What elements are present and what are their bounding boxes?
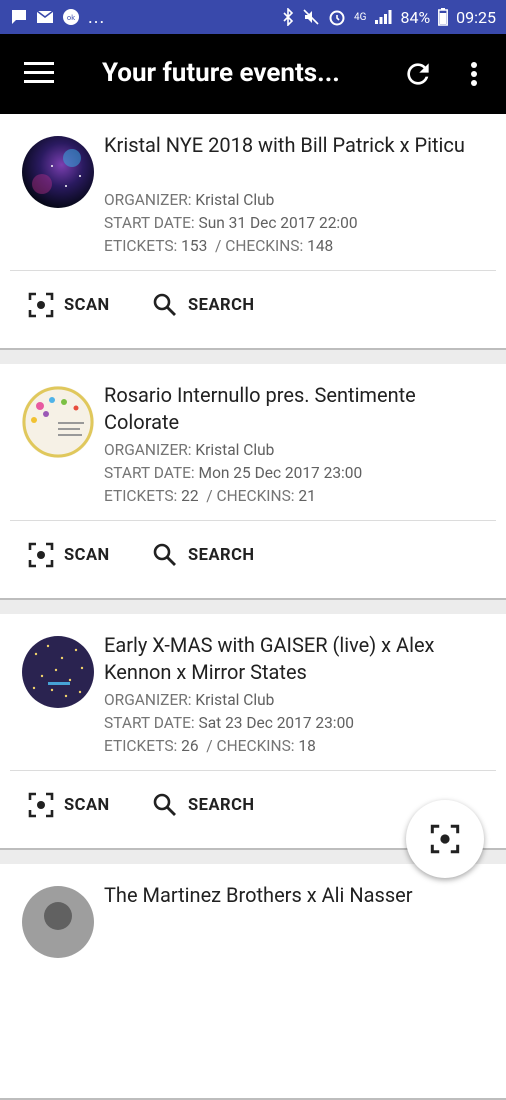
event-tickets: ETICKETS: 26 / CHECKINS: 18 xyxy=(104,737,316,755)
mute-icon xyxy=(302,8,320,26)
start-date-label: START DATE: xyxy=(104,214,195,232)
start-date-value: Sat 23 Dec 2017 23:00 xyxy=(198,714,354,732)
scan-label: SCAN xyxy=(64,295,110,315)
event-title: Rosario Internullo pres. Sentimente Colo… xyxy=(104,383,416,434)
organizer-label: ORGANIZER: xyxy=(104,441,192,459)
battery-icon xyxy=(438,8,449,26)
scan-icon xyxy=(28,792,54,818)
search-icon xyxy=(153,793,176,816)
etickets-label: ETICKETS: xyxy=(104,487,178,505)
alarm-icon xyxy=(328,8,346,26)
event-card[interactable]: The Martinez Brothers x Ali Nasser xyxy=(0,864,506,1100)
overflow-notifications: ... xyxy=(88,6,106,28)
etickets-label: ETICKETS: xyxy=(104,237,178,255)
search-icon xyxy=(153,293,176,316)
svg-text:ok: ok xyxy=(67,14,76,22)
event-start-date: START DATE: Sun 31 Dec 2017 22:00 xyxy=(104,214,358,232)
organizer-label: ORGANIZER: xyxy=(104,691,192,709)
checkins-value: 18 xyxy=(298,737,316,755)
event-avatar xyxy=(22,386,94,458)
event-organizer: ORGANIZER: Kristal Club xyxy=(104,691,274,709)
signal-icon xyxy=(374,9,392,25)
search-icon xyxy=(153,543,176,566)
search-label: SEARCH xyxy=(188,295,255,315)
checkins-label: / CHECKINS: xyxy=(206,737,295,755)
event-tickets: ETICKETS: 153 / CHECKINS: 148 xyxy=(104,237,333,255)
search-label: SEARCH xyxy=(188,545,255,565)
organizer-value: Kristal Club xyxy=(195,441,275,459)
scan-icon xyxy=(430,824,460,854)
scan-label: SCAN xyxy=(64,545,110,565)
etickets-value: 26 xyxy=(181,737,199,755)
network-type: 4G xyxy=(354,11,367,23)
scan-button[interactable]: SCAN xyxy=(28,292,110,318)
page-title: Your future events... xyxy=(102,58,340,88)
event-tickets: ETICKETS: 22 / CHECKINS: 21 xyxy=(104,487,316,505)
refresh-icon[interactable] xyxy=(402,58,434,90)
event-card[interactable]: Kristal NYE 2018 with Bill Patrick x Pit… xyxy=(0,114,506,350)
more-vert-icon[interactable] xyxy=(462,58,486,90)
battery-percent: 84% xyxy=(400,7,431,27)
start-date-label: START DATE: xyxy=(104,714,195,732)
divider xyxy=(10,770,496,771)
start-date-value: Sun 31 Dec 2017 22:00 xyxy=(198,214,358,232)
scan-icon xyxy=(28,292,54,318)
checkins-value: 148 xyxy=(307,237,334,255)
event-avatar xyxy=(22,636,94,708)
event-start-date: START DATE: Mon 25 Dec 2017 23:00 xyxy=(104,464,362,482)
chat-notification-icon xyxy=(10,9,28,25)
divider xyxy=(10,520,496,521)
checkins-value: 21 xyxy=(298,487,316,505)
app-bar: Your future events... xyxy=(0,34,506,114)
event-title: The Martinez Brothers x Ali Nasser xyxy=(104,883,413,907)
clock: 09:25 xyxy=(456,7,496,27)
event-avatar xyxy=(22,136,94,208)
checkins-label: / CHECKINS: xyxy=(215,237,304,255)
event-card[interactable]: Rosario Internullo pres. Sentimente Colo… xyxy=(0,364,506,600)
scan-button[interactable]: SCAN xyxy=(28,542,110,568)
bluetooth-icon xyxy=(282,8,294,26)
scan-label: SCAN xyxy=(64,795,110,815)
event-organizer: ORGANIZER: Kristal Club xyxy=(104,191,274,209)
event-start-date: START DATE: Sat 23 Dec 2017 23:00 xyxy=(104,714,354,732)
mail-notification-icon xyxy=(36,10,54,24)
organizer-value: Kristal Club xyxy=(195,191,275,209)
etickets-value: 153 xyxy=(181,237,208,255)
event-title: Early X-MAS with GAISER (live) x Alex Ke… xyxy=(104,633,435,684)
menu-icon[interactable] xyxy=(24,62,54,86)
search-button[interactable]: SEARCH xyxy=(152,292,255,318)
search-button[interactable]: SEARCH xyxy=(152,542,255,568)
app-notification-icon: ok xyxy=(62,8,80,26)
start-date-label: START DATE: xyxy=(104,464,195,482)
etickets-value: 22 xyxy=(181,487,199,505)
scan-button[interactable]: SCAN xyxy=(28,792,110,818)
scan-fab-button[interactable] xyxy=(406,800,484,878)
organizer-value: Kristal Club xyxy=(195,691,275,709)
status-bar: ok ... 4G 84% 09:25 xyxy=(0,0,506,34)
event-avatar xyxy=(22,886,94,958)
divider xyxy=(10,270,496,271)
search-label: SEARCH xyxy=(188,795,255,815)
organizer-label: ORGANIZER: xyxy=(104,191,192,209)
event-title: Kristal NYE 2018 with Bill Patrick x Pit… xyxy=(104,133,465,157)
start-date-value: Mon 25 Dec 2017 23:00 xyxy=(198,464,363,482)
checkins-label: / CHECKINS: xyxy=(206,487,295,505)
event-organizer: ORGANIZER: Kristal Club xyxy=(104,441,274,459)
scan-icon xyxy=(28,542,54,568)
etickets-label: ETICKETS: xyxy=(104,737,178,755)
search-button[interactable]: SEARCH xyxy=(152,792,255,818)
